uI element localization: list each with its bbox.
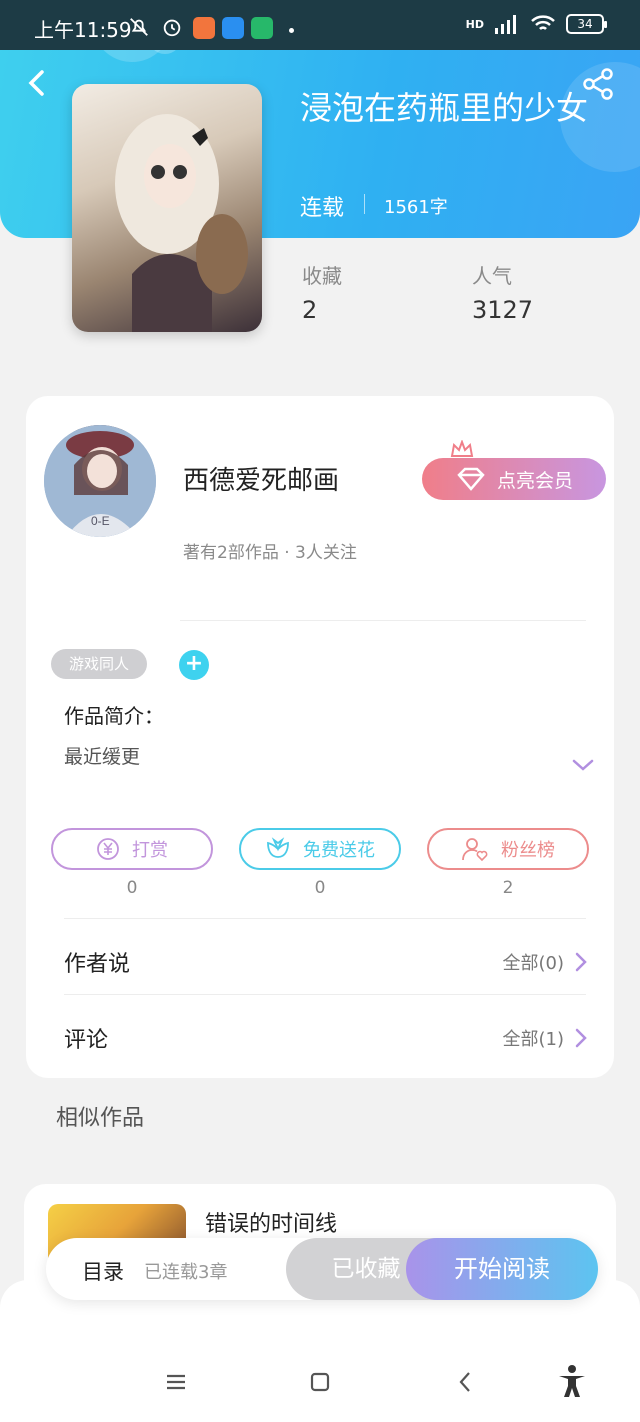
chevron-down-icon[interactable]	[570, 756, 596, 774]
chapter-count: 已连载3章	[144, 1262, 228, 1283]
divider	[180, 620, 586, 621]
author-say-label[interactable]: 作者说	[64, 946, 130, 978]
crown-icon	[450, 440, 474, 457]
status-right: HD 34	[465, 14, 607, 34]
fan-ranking-button[interactable]: 粉丝榜	[427, 828, 589, 870]
toc-button[interactable]: 目录	[82, 1256, 124, 1286]
status-bar: 上午11:59 HD 34	[0, 0, 640, 50]
vip-button[interactable]: 点亮会员	[422, 458, 606, 500]
network-label: HD	[465, 17, 484, 31]
author-avatar[interactable]: 0-E	[44, 425, 156, 537]
cover-illustration	[115, 114, 248, 332]
divider	[64, 994, 586, 995]
send-flower-label: 免费送花	[303, 840, 375, 861]
serial-status: 连载	[300, 196, 345, 221]
user-heart-icon	[462, 838, 488, 862]
author-name[interactable]: 西德爱死邮画	[183, 460, 339, 497]
author-say-count: 全部(0)	[502, 953, 565, 974]
word-count: 1561字	[384, 197, 448, 218]
dot-icon	[289, 28, 294, 33]
similar-works-title: 相似作品	[56, 1106, 145, 1131]
favorites-value: 2	[302, 296, 318, 324]
intro-text: 最近缓更	[64, 746, 141, 768]
author-meta: 著有2部作品 · 3人关注	[183, 543, 357, 563]
tip-count: 0	[126, 878, 138, 898]
shield-icon	[251, 17, 273, 39]
chevron-right-icon	[575, 952, 587, 972]
signal-icon	[495, 15, 516, 34]
yuan-icon	[97, 838, 119, 860]
chevron-left-icon	[28, 70, 44, 96]
divider	[364, 194, 365, 214]
fan-ranking-label: 粉丝榜	[501, 840, 555, 861]
cloud-icon	[222, 17, 244, 39]
work-title: 浸泡在药瓶里的少女	[300, 89, 589, 127]
fan-count: 2	[502, 878, 514, 898]
vip-label: 点亮会员	[496, 469, 573, 492]
popularity-value: 3127	[472, 296, 534, 324]
intro-label: 作品简介：	[64, 704, 164, 728]
menu-icon[interactable]	[162, 1368, 190, 1396]
start-reading-button[interactable]: 开始阅读	[406, 1238, 598, 1300]
mute-icon	[130, 18, 148, 36]
chevron-right-icon	[575, 1028, 587, 1048]
accessibility-icon[interactable]	[556, 1364, 588, 1398]
alarm-icon	[163, 19, 181, 37]
author-say-all[interactable]: 全部(0)	[503, 949, 589, 975]
send-flower-button[interactable]: 免费送花	[239, 828, 401, 870]
favorites-label: 收藏	[302, 264, 342, 288]
flower-count: 0	[314, 878, 326, 898]
comments-count: 全部(1)	[502, 1029, 565, 1050]
popularity-label: 人气	[472, 264, 512, 288]
battery-icon: 34	[566, 14, 607, 34]
system-nav-bar	[0, 1280, 640, 1422]
app-icon	[193, 17, 215, 39]
back-button[interactable]	[22, 66, 52, 100]
divider	[64, 918, 586, 919]
book-cover[interactable]	[72, 84, 262, 332]
comments-all[interactable]: 全部(1)	[503, 1025, 589, 1051]
similar-work-name[interactable]: 错误的时间线	[205, 1206, 337, 1238]
svg-text:0-E: 0-E	[91, 514, 110, 528]
home-icon[interactable]	[306, 1368, 334, 1396]
back-icon[interactable]	[452, 1368, 480, 1396]
tip-button[interactable]: 打赏	[51, 828, 213, 870]
avatar-illustration: 0-E	[44, 425, 156, 537]
flower-icon	[267, 837, 289, 858]
diamond-icon	[457, 467, 485, 491]
tag-chip[interactable]: 游戏同人	[51, 649, 147, 679]
comments-label[interactable]: 评论	[64, 1022, 108, 1054]
add-tag-button[interactable]: +	[179, 650, 209, 680]
status-time: 上午11:59	[34, 18, 132, 42]
wifi-icon	[531, 15, 555, 30]
tip-label: 打赏	[132, 840, 168, 861]
